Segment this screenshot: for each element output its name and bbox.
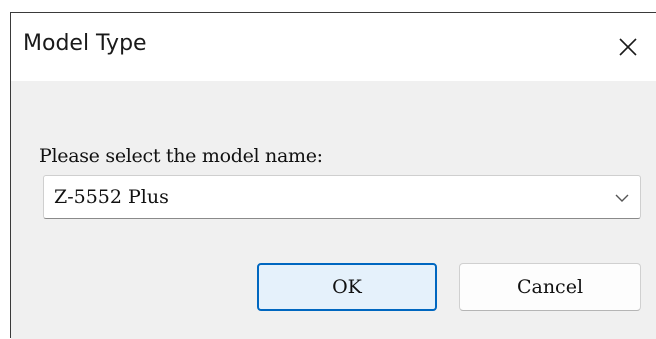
close-icon xyxy=(619,38,637,56)
chevron-down-icon xyxy=(615,194,629,202)
model-prompt-label: Please select the model name: xyxy=(39,145,323,167)
dialog-body: Please select the model name: Z-5552 Plu… xyxy=(11,81,656,339)
model-type-dialog: Model Type Please select the model name:… xyxy=(10,12,656,339)
close-button[interactable] xyxy=(600,13,656,81)
cancel-button[interactable]: Cancel xyxy=(459,263,641,311)
dialog-title: Model Type xyxy=(23,31,147,56)
model-name-select[interactable]: Z-5552 Plus xyxy=(43,175,641,219)
ok-button[interactable]: OK xyxy=(257,263,437,311)
title-bar: Model Type xyxy=(11,13,656,81)
model-name-selected-value: Z-5552 Plus xyxy=(54,186,169,208)
